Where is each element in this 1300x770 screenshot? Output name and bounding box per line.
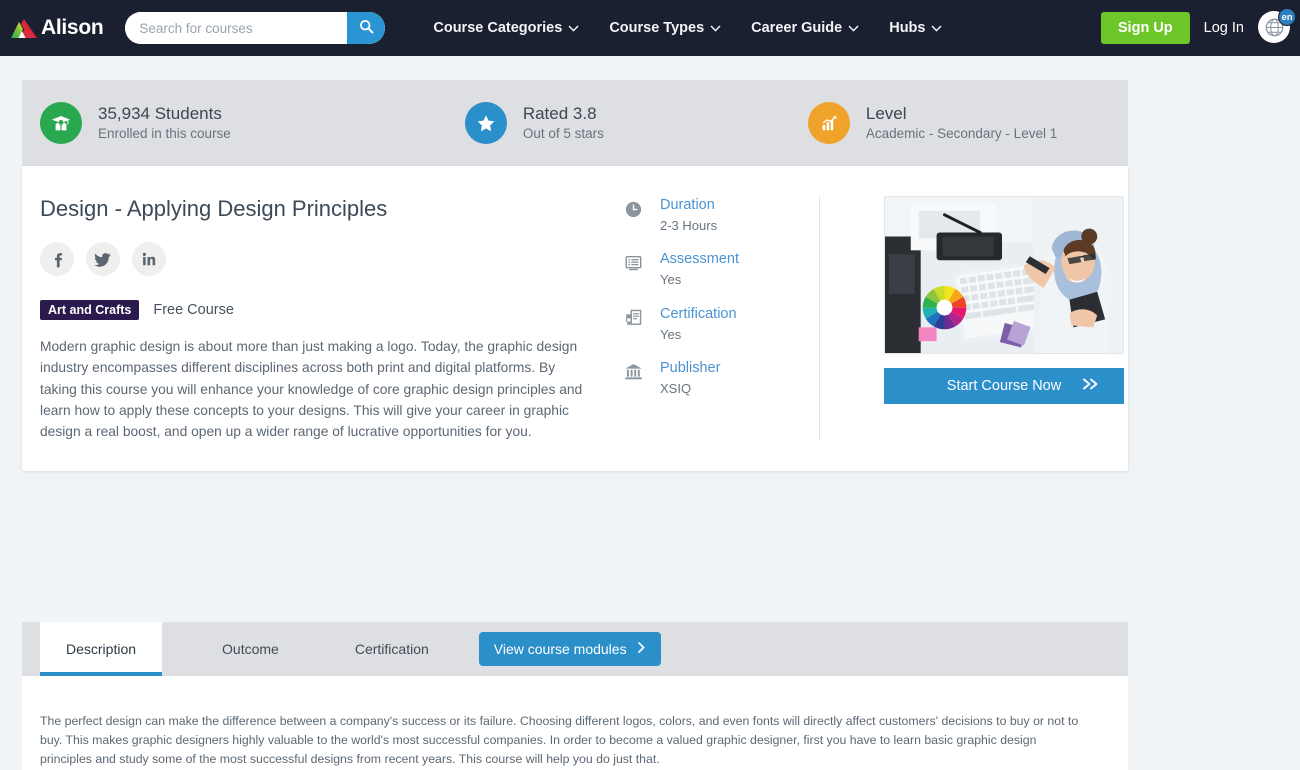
course-tag-row: Art and Crafts Free Course	[40, 300, 600, 321]
bar-chart-icon	[807, 102, 850, 144]
course-details-column: Duration 2-3 Hours Assessment Yes Certif…	[600, 196, 820, 441]
nav-item-label: Hubs	[889, 20, 926, 36]
chevron-down-icon	[710, 24, 721, 32]
stat-title: 35,934 Students	[98, 103, 222, 123]
detail-value: Yes	[660, 272, 682, 288]
detail-publisher: Publisher XSIQ	[622, 359, 819, 399]
nav-item-label: Career Guide	[751, 20, 843, 36]
primary-nav-links: Course Categories Course Types Career Gu…	[433, 20, 943, 36]
start-course-label: Start Course Now	[946, 378, 1062, 394]
stat-subtitle: Out of 5 stars	[522, 125, 604, 141]
assessment-monitor-icon	[622, 252, 644, 274]
double-chevron-right-icon	[1082, 378, 1100, 395]
stat-rating: Rated 3.8 Out of 5 stars	[464, 102, 604, 144]
brand-logo[interactable]: Alison	[10, 16, 104, 40]
view-course-modules-button[interactable]: View course modules	[478, 632, 661, 666]
search-icon	[359, 19, 374, 37]
stat-level: Level Academic - Secondary - Level 1	[807, 102, 1058, 144]
search-input[interactable]	[125, 12, 348, 44]
chevron-down-icon	[848, 24, 859, 32]
stat-students: 35,934 Students Enrolled in this course	[40, 102, 231, 144]
twitter-icon[interactable]	[86, 242, 120, 277]
bank-institution-icon	[622, 361, 644, 383]
tab-label: Outcome	[222, 641, 279, 657]
course-description: Modern graphic design is about more than…	[40, 339, 583, 439]
star-icon	[464, 102, 507, 144]
graduate-cap-icon	[40, 102, 82, 144]
nav-item-label: Course Categories	[433, 20, 563, 36]
tab-certification[interactable]: Certification	[329, 622, 455, 676]
linkedin-icon[interactable]	[132, 242, 166, 277]
detail-label[interactable]: Assessment	[660, 250, 739, 268]
tab-label: Description	[66, 641, 137, 657]
detail-assessment: Assessment Yes	[622, 250, 819, 290]
nav-item-career-guide[interactable]: Career Guide	[751, 20, 859, 36]
top-navigation-bar: Alison Course Categories Course Types	[0, 0, 1300, 56]
detail-label[interactable]: Publisher	[660, 359, 720, 377]
start-course-button[interactable]: Start Course Now	[884, 368, 1124, 404]
chevron-right-icon	[637, 641, 646, 657]
nav-item-course-types[interactable]: Course Types	[609, 20, 721, 36]
clock-icon	[622, 198, 644, 220]
tab-label: Certification	[354, 641, 429, 657]
detail-duration: Duration 2-3 Hours	[622, 196, 819, 236]
detail-value: 2-3 Hours	[660, 218, 718, 234]
chevron-down-icon	[568, 24, 579, 32]
course-tabs-bar: Description Outcome Certification View c…	[22, 622, 1128, 676]
nav-item-label: Course Types	[609, 20, 705, 36]
facebook-icon[interactable]	[40, 242, 74, 277]
price-label: Free Course	[153, 302, 234, 319]
language-selector[interactable]: en	[1258, 8, 1296, 45]
stat-subtitle: Enrolled in this course	[98, 125, 231, 141]
search-button[interactable]	[347, 12, 386, 44]
course-summary-column: Design - Applying Design Principles Art …	[22, 196, 600, 471]
social-share-group	[40, 242, 600, 277]
course-media-column: Start Course Now	[820, 196, 1124, 471]
description-tab-panel: The perfect design can make the differen…	[22, 676, 1128, 770]
stat-title: Rated 3.8	[522, 103, 597, 123]
course-overview-card: Design - Applying Design Principles Art …	[22, 166, 1128, 471]
chevron-down-icon	[931, 24, 943, 32]
stat-title: Level	[865, 103, 907, 123]
language-badge: en	[1278, 8, 1296, 26]
detail-value: XSIQ	[660, 380, 692, 396]
nav-item-hubs[interactable]: Hubs	[889, 20, 943, 36]
nav-account-area: Sign Up Log In en	[1100, 0, 1296, 56]
view-course-modules-label: View course modules	[493, 641, 627, 657]
detail-certification: Certification Yes	[622, 305, 819, 345]
detail-label[interactable]: Certification	[660, 305, 737, 323]
course-stats-bar: 35,934 Students Enrolled in this course …	[22, 80, 1128, 166]
nav-item-course-categories[interactable]: Course Categories	[433, 20, 579, 36]
certificate-icon	[622, 307, 644, 329]
brand-name: Alison	[41, 16, 104, 39]
description-panel-text: The perfect design can make the differen…	[40, 714, 1079, 767]
detail-label[interactable]: Duration	[660, 196, 717, 214]
designer-at-desk-photo	[884, 196, 1124, 354]
sign-up-button[interactable]: Sign Up	[1100, 12, 1190, 44]
tab-outcome[interactable]: Outcome	[196, 622, 305, 676]
detail-value: Yes	[660, 326, 682, 342]
log-in-link[interactable]: Log In	[1204, 20, 1244, 36]
alison-logo-icon	[10, 16, 38, 40]
page-title: Design - Applying Design Principles	[40, 196, 388, 221]
stat-subtitle: Academic - Secondary - Level 1	[865, 125, 1058, 141]
search-bar	[125, 12, 386, 44]
category-badge[interactable]: Art and Crafts	[40, 300, 140, 321]
tab-description[interactable]: Description	[40, 622, 163, 676]
